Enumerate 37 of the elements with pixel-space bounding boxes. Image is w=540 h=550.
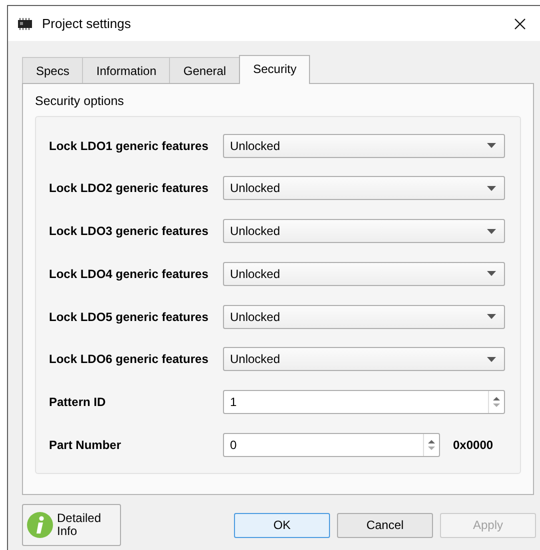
tab[interactable]: General	[169, 57, 240, 83]
field-label: Lock LDO2 generic features	[49, 180, 210, 198]
field-label: Lock LDO1 generic features	[49, 138, 210, 155]
caret-icon	[487, 186, 496, 191]
dropdown[interactable]: Unlocked	[223, 347, 505, 372]
dropdown[interactable]: Unlocked	[223, 176, 505, 200]
hex-value: 0x0000	[453, 436, 494, 454]
dialog-button[interactable]: OK	[234, 512, 330, 538]
caret-icon	[487, 271, 496, 276]
dropdown[interactable]: Unlocked	[223, 134, 505, 158]
chip-icon	[16, 18, 34, 30]
spin-box[interactable]: 0	[223, 432, 440, 457]
spin-arrows-icon	[493, 396, 500, 408]
info-icon	[26, 511, 54, 539]
caret-icon	[487, 314, 496, 319]
tab[interactable]: Specs	[22, 57, 84, 83]
caret-icon	[487, 356, 496, 362]
field-label: Part Number	[49, 436, 122, 454]
spin-arrows-icon	[428, 438, 435, 451]
dropdown[interactable]: Unlocked	[223, 219, 505, 244]
field-label: Lock LDO5 generic features	[49, 308, 210, 326]
detailed-info-button[interactable]: Detailed Info	[22, 504, 121, 546]
caret-icon	[487, 143, 496, 148]
spin-box[interactable]: 1	[223, 390, 505, 414]
field-label: Lock LDO6 generic features	[49, 351, 210, 368]
tab[interactable]: Information	[82, 57, 170, 83]
field-label: Lock LDO4 generic features	[49, 266, 210, 283]
group-title: Security options	[35, 93, 125, 110]
tab[interactable]: Security	[239, 55, 310, 84]
dropdown[interactable]: Unlocked	[223, 304, 505, 328]
field-label: Lock LDO3 generic features	[49, 223, 210, 240]
window-title: Project settings	[42, 14, 132, 33]
caret-icon	[487, 228, 496, 234]
dropdown[interactable]: Unlocked	[223, 262, 505, 286]
dialog-button[interactable]: Cancel	[337, 512, 433, 538]
close-icon	[514, 18, 526, 30]
field-label: Pattern ID	[49, 394, 107, 411]
